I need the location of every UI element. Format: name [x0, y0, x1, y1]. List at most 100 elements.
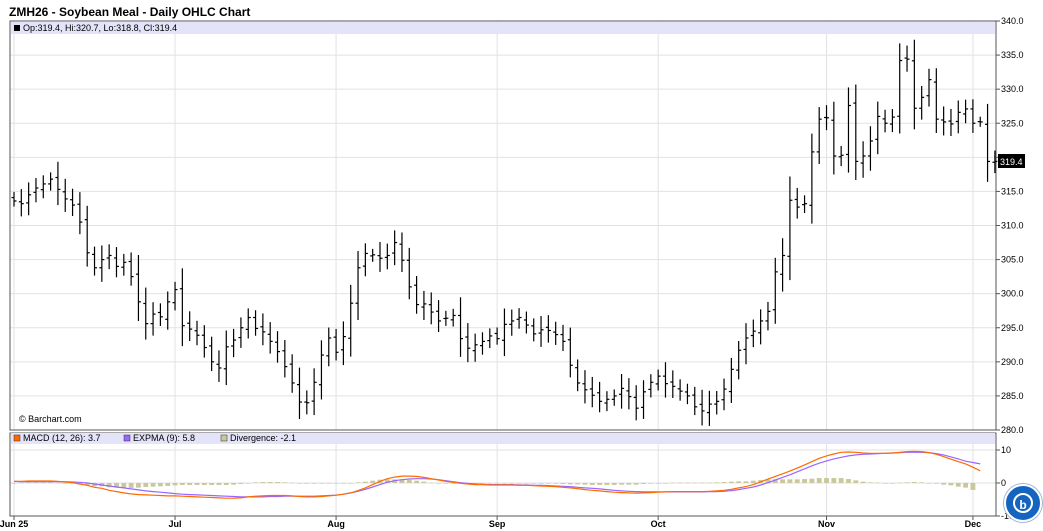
divergence-bar — [567, 483, 573, 485]
divergence-bar — [165, 483, 171, 486]
ohlc-bar — [18, 189, 24, 217]
price-tick-label: 340.0 — [1001, 16, 1024, 26]
ohlc-bar — [911, 39, 917, 130]
ohlc-bar — [296, 367, 302, 420]
ohlc-bar — [509, 309, 515, 336]
ohlc-bar — [26, 182, 32, 216]
ohlc-bar — [904, 45, 910, 72]
divergence-bar — [282, 482, 288, 483]
divergence-bar — [370, 480, 376, 483]
divergence-bar — [143, 483, 149, 487]
ohlc-bar — [479, 332, 485, 355]
indicator-panel-frame — [9, 432, 997, 517]
divergence-bar — [633, 483, 639, 485]
divergence-bar — [406, 480, 412, 483]
divergence-legend-text: Divergence: -2.1 — [230, 433, 296, 443]
divergence-bar — [311, 483, 317, 484]
ohlc-bar — [787, 176, 793, 281]
divergence-bar — [238, 483, 244, 484]
divergence-bar — [670, 482, 676, 484]
ohlc-bar — [750, 319, 756, 348]
divergence-bar — [794, 479, 800, 483]
divergence-bar — [201, 483, 207, 485]
ohlc-bar — [472, 333, 478, 362]
divergence-bar — [699, 482, 705, 484]
ohlc-bar — [421, 290, 427, 321]
divergence-bar — [33, 482, 39, 483]
ohlc-bar — [194, 320, 200, 346]
ohlc-bar — [311, 368, 317, 416]
date-tick-label: Jun 25 — [0, 519, 28, 529]
ohlc-bar — [662, 362, 668, 398]
date-tick-label: Aug — [327, 519, 345, 529]
divergence-bar — [260, 482, 266, 483]
chart-canvas: Op:319.4, Hi:320.7, Lo:318.8, Cl:319.4 M… — [0, 16, 1025, 529]
divergence-bar — [707, 482, 712, 484]
ohlc-bar — [450, 308, 456, 327]
ohlc-bar — [977, 116, 983, 127]
chart-title: ZMH26 - Soybean Meal - Daily OHLC Chart — [9, 5, 251, 19]
indicator-tick-label: 10 — [1001, 445, 1011, 455]
ohlc-bar — [575, 359, 581, 392]
ohlc-bar — [553, 321, 559, 345]
divergence-bar — [18, 482, 24, 484]
ohlc-bar — [948, 108, 954, 137]
ohlc-bar — [743, 323, 749, 365]
ohlc-bar — [670, 370, 676, 398]
divergence-bar — [223, 483, 229, 485]
macd-legend-text: MACD (12, 26): 3.7 — [23, 433, 101, 443]
ohlc-bar — [889, 109, 895, 133]
ohlc-bar — [289, 354, 295, 393]
divergence-bar — [860, 481, 866, 483]
divergence-bar — [319, 483, 324, 484]
ohlc-bar — [494, 327, 500, 345]
ohlc-bar — [187, 311, 193, 342]
ohlc-bar — [275, 331, 281, 363]
ohlc-bar — [780, 238, 786, 292]
divergence-bar — [136, 483, 141, 488]
divergence-bar — [831, 478, 837, 483]
ohlc-bar — [684, 383, 690, 405]
price-tick-label: 290.0 — [1001, 357, 1024, 367]
ohlc-bar — [985, 103, 991, 182]
ohlc-bar — [355, 250, 361, 321]
divergence-bar — [933, 483, 939, 484]
ohlc-bar — [40, 175, 46, 199]
ohlc-bar — [238, 317, 244, 348]
divergence-bar — [267, 482, 273, 483]
watermark: © Barchart.com — [19, 414, 82, 424]
divergence-bar — [304, 483, 310, 484]
divergence-bar — [509, 483, 515, 484]
ohlc-bar — [860, 141, 866, 178]
ohlc-bar — [282, 339, 288, 378]
divergence-bar — [809, 478, 815, 483]
ohlc-bar — [926, 68, 932, 107]
divergence-bar — [780, 479, 785, 483]
ohlc-bar — [465, 323, 471, 363]
ohlc-bar — [970, 99, 976, 133]
price-tick-label: 330.0 — [1001, 84, 1024, 94]
divergence-bars — [11, 478, 976, 490]
divergence-bar — [604, 483, 610, 485]
divergence-bar — [128, 483, 134, 488]
ohlc-bar — [758, 309, 764, 345]
ohlc-bar — [867, 126, 873, 171]
ohlc-bar — [92, 246, 98, 276]
date-tick-label: Sep — [489, 519, 506, 529]
assistant-button[interactable]: b — [1004, 484, 1042, 522]
ohlc-legend-text: Op:319.4, Hi:320.7, Lo:318.8, Cl:319.4 — [23, 23, 177, 33]
last-price-label: 319.4 — [1000, 157, 1023, 167]
divergence-bar — [919, 482, 925, 483]
ohlc-bar — [919, 85, 925, 120]
price-tick-label: 310.0 — [1001, 221, 1024, 231]
divergence-bar — [487, 483, 493, 484]
ohlc-bar — [106, 244, 112, 270]
divergence-bar — [333, 483, 339, 484]
divergence-bar — [846, 479, 851, 483]
ohlc-bar — [589, 376, 595, 408]
divergence-bar — [158, 483, 163, 487]
ohlc-bar — [11, 191, 17, 207]
barchart-assistant-icon: b — [1013, 493, 1033, 513]
ohlc-bar — [838, 145, 844, 167]
divergence-bar — [655, 483, 661, 484]
